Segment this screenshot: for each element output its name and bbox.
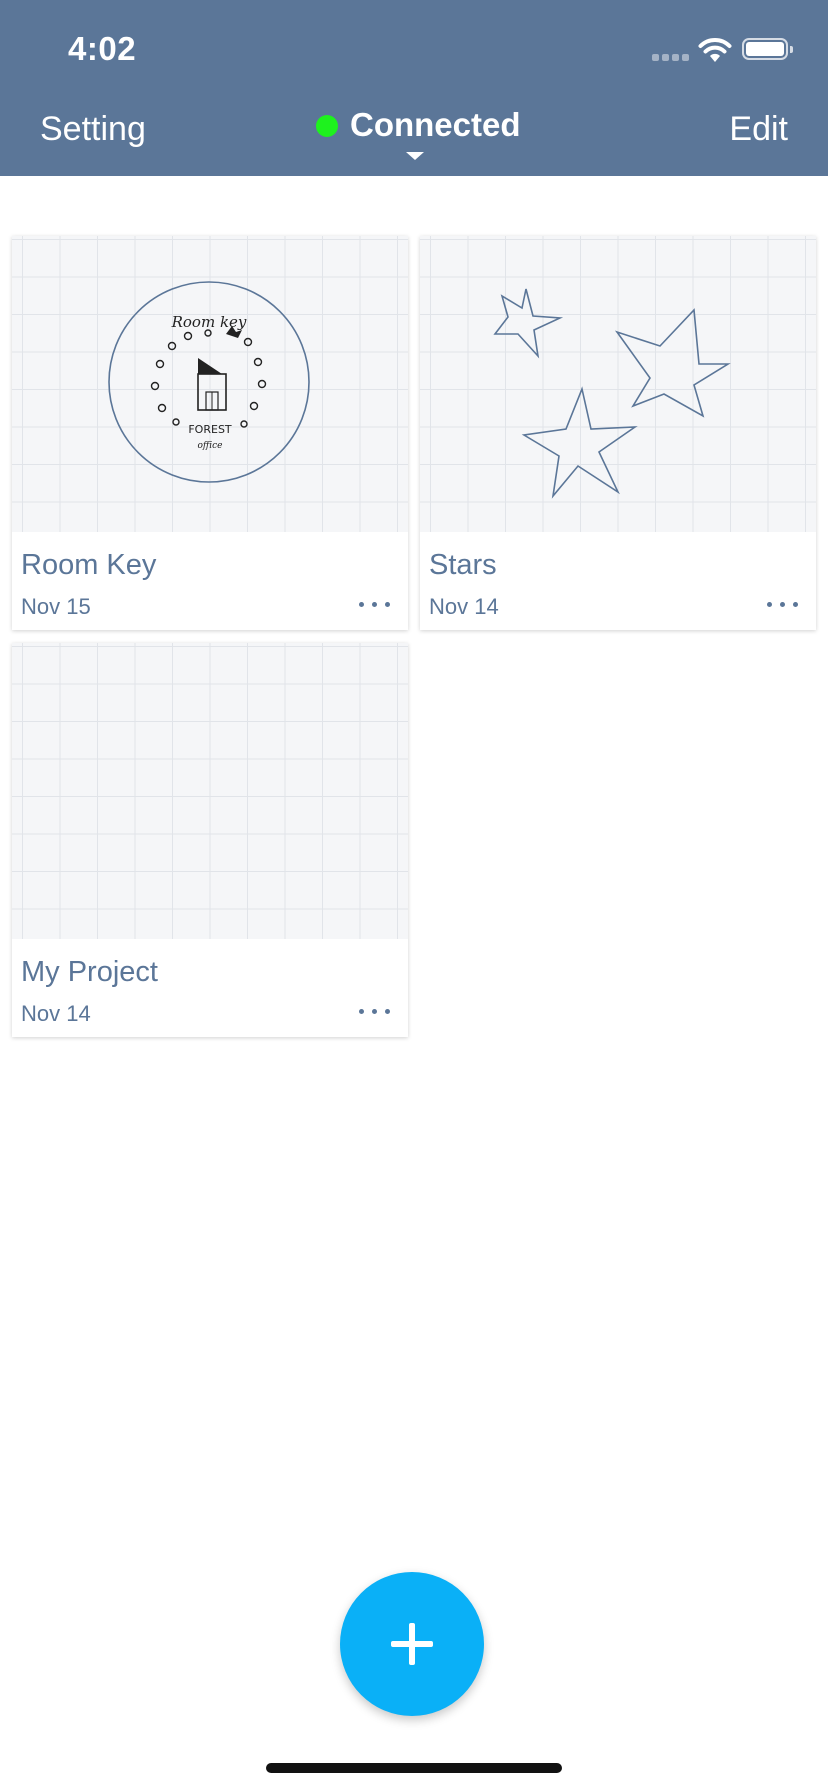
more-options-icon[interactable] — [766, 592, 802, 616]
more-options-icon[interactable] — [358, 999, 394, 1023]
connection-status-dropdown[interactable]: Connected — [316, 106, 521, 166]
stars-drawing — [493, 288, 731, 499]
project-title: Stars — [429, 549, 497, 581]
project-date: Nov 14 — [429, 594, 499, 619]
project-thumbnail: Room key FOREST office — [12, 236, 408, 532]
room-key-drawing-text: FOREST — [188, 423, 232, 436]
edit-button[interactable]: Edit — [729, 110, 788, 149]
plus-icon-vertical — [409, 1623, 415, 1665]
connection-status-dot — [316, 115, 338, 137]
room-key-drawing-text: Room key — [171, 313, 247, 331]
setting-button[interactable]: Setting — [40, 110, 146, 149]
battery-icon — [742, 38, 793, 60]
project-card-stars[interactable]: Stars Nov 14 — [420, 236, 816, 630]
project-date: Nov 14 — [21, 1001, 91, 1026]
connection-status-label: Connected — [350, 106, 521, 143]
more-options-icon[interactable] — [358, 592, 394, 616]
project-title: My Project — [21, 956, 158, 988]
caret-down-icon — [406, 152, 424, 160]
project-thumbnail — [420, 236, 816, 532]
project-date: Nov 15 — [21, 594, 91, 619]
room-key-drawing-text: office — [197, 441, 222, 451]
wifi-icon — [698, 38, 732, 62]
project-card-my-project[interactable]: My Project Nov 14 — [12, 643, 408, 1037]
project-thumbnail — [12, 643, 408, 939]
add-project-button[interactable] — [340, 1572, 484, 1716]
project-card-room-key[interactable]: Room key FOREST office Room Key Nov 15 — [12, 236, 408, 630]
status-time: 4:02 — [68, 30, 137, 67]
cellular-signal-icon — [652, 54, 692, 62]
top-bar: 4:02 Setting Connected Edit — [0, 0, 828, 176]
project-title: Room Key — [21, 549, 157, 581]
room-key-drawing: Room key FOREST office — [108, 281, 310, 483]
home-indicator[interactable] — [266, 1763, 562, 1773]
